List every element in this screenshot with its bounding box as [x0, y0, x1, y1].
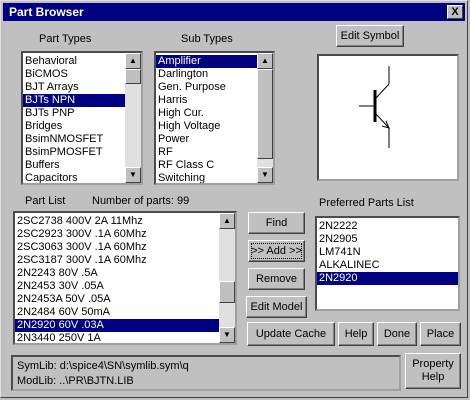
sub-type-item[interactable]: Darlington — [156, 68, 257, 81]
sub-type-item[interactable]: RF Class C — [156, 159, 257, 172]
property-help-line1: Property — [412, 358, 454, 370]
part-type-item[interactable]: BJTs NPN — [23, 94, 125, 107]
scroll-down-arrow-icon[interactable]: ▼ — [125, 167, 141, 183]
scroll-up-arrow-icon[interactable]: ▲ — [257, 53, 273, 69]
sub-type-item[interactable]: Power — [156, 133, 257, 146]
part-list-item[interactable]: 2SC3187 300V .1A 60Mhz — [15, 254, 219, 267]
sub-type-item[interactable]: High Cur. — [156, 107, 257, 120]
part-type-item[interactable]: Bridges — [23, 120, 125, 133]
update-cache-button[interactable]: Update Cache — [247, 322, 335, 346]
scroll-thumb[interactable] — [257, 69, 273, 159]
modlib-path: ModLib: ..\PR\BJTN.LIB — [17, 375, 134, 387]
part-type-item[interactable]: Capacitors — [23, 172, 125, 183]
scroll-thumb[interactable] — [125, 69, 141, 84]
sub-types-scrollbar[interactable]: ▲ ▼ — [257, 53, 273, 183]
part-types-label: Part Types — [39, 33, 92, 45]
part-list-item[interactable]: 2N2920 60V .03A — [15, 319, 219, 332]
help-button[interactable]: Help — [338, 322, 374, 346]
remove-button[interactable]: Remove — [248, 268, 305, 290]
part-type-item[interactable]: BJTs PNP — [23, 107, 125, 120]
part-type-item[interactable]: Buffers — [23, 159, 125, 172]
part-list-item[interactable]: 2N2484 60V 50mA — [15, 306, 219, 319]
part-list-item[interactable]: 2N3440 250V 1A — [15, 332, 219, 343]
part-types-listbox[interactable]: Behavioral BiCMOS BJT Arrays BJTs NPN BJTs P… — [21, 51, 143, 185]
sub-type-item[interactable]: RF — [156, 146, 257, 159]
part-type-item[interactable]: BsimNMOSFET — [23, 133, 125, 146]
scroll-down-arrow-icon[interactable]: ▼ — [219, 327, 235, 343]
part-list-item[interactable]: 2N2243 80V .5A — [15, 267, 219, 280]
add-button[interactable]: >> Add >> — [248, 240, 305, 262]
part-type-item[interactable]: Behavioral — [23, 55, 125, 68]
sub-type-item[interactable]: Gen. Purpose — [156, 81, 257, 94]
sub-types-items: Amplifier Darlington Gen. Purpose Harris Hig… — [156, 55, 257, 183]
part-count: Number of parts: 99 — [92, 195, 190, 207]
preferred-part-item[interactable]: 2N2222 — [317, 220, 458, 233]
sub-types-listbox[interactable]: Amplifier Darlington Gen. Purpose Harris Hig… — [154, 51, 275, 185]
preferred-parts-label: Preferred Parts List — [319, 197, 414, 209]
part-list-items: 2SC2738 400V 2A 11Mhz 2SC2923 300V .1A 60… — [15, 215, 219, 343]
property-help-line2: Help — [421, 371, 445, 383]
symbol-preview — [317, 54, 459, 181]
preferred-items: 2N2222 2N2905 LM741N ALKALINEC 2N2920 — [317, 220, 458, 285]
preferred-part-item[interactable]: LM741N — [317, 246, 458, 259]
scroll-thumb[interactable] — [219, 281, 235, 303]
library-status-panel: SymLib: d:\spice4\SN\symlib.sym\q ModLib… — [11, 355, 401, 391]
part-list-item[interactable]: 2N2453A 50V .05A — [15, 293, 219, 306]
part-list-item[interactable]: 2SC3063 300V .1A 60Mhz — [15, 241, 219, 254]
preferred-part-item[interactable]: ALKALINEC — [317, 259, 458, 272]
sub-type-item[interactable]: Switching — [156, 172, 257, 183]
symlib-path: SymLib: d:\spice4\SN\symlib.sym\q — [17, 360, 189, 372]
part-types-items: Behavioral BiCMOS BJT Arrays BJTs NPN BJTs P… — [23, 55, 125, 183]
title-bar: Part Browser X — [3, 3, 465, 21]
part-type-item[interactable]: BiCMOS — [23, 68, 125, 81]
close-icon[interactable]: X — [447, 5, 463, 19]
part-list-listbox[interactable]: 2SC2738 400V 2A 11Mhz 2SC2923 300V .1A 60… — [13, 211, 237, 345]
find-button[interactable]: Find — [248, 212, 305, 234]
collector-lead — [375, 83, 390, 99]
part-browser-window: Part Browser X Part Types Behavioral BiCM… — [0, 0, 468, 398]
place-button[interactable]: Place — [420, 322, 461, 346]
sub-types-label: Sub Types — [181, 33, 233, 45]
preferred-part-item[interactable]: 2N2920 — [317, 272, 458, 285]
edit-model-button[interactable]: Edit Model — [246, 296, 307, 318]
part-types-scrollbar[interactable]: ▲ ▼ — [125, 53, 141, 183]
npn-transistor-symbol — [359, 66, 390, 148]
sub-type-item[interactable]: High Voltage — [156, 120, 257, 133]
part-type-item[interactable]: BJT Arrays — [23, 81, 125, 94]
done-button[interactable]: Done — [377, 322, 417, 346]
part-list-label: Part List — [25, 195, 66, 207]
part-list-item[interactable]: 2N2453 30V .05A — [15, 280, 219, 293]
edit-symbol-button[interactable]: Edit Symbol — [336, 25, 404, 47]
scroll-up-arrow-icon[interactable]: ▲ — [219, 213, 235, 229]
scroll-up-arrow-icon[interactable]: ▲ — [125, 53, 141, 69]
scroll-down-arrow-icon[interactable]: ▼ — [257, 167, 273, 183]
part-type-item[interactable]: BsimPMOSFET — [23, 146, 125, 159]
property-help-button[interactable]: Property Help — [405, 353, 461, 389]
sub-type-item[interactable]: Amplifier — [156, 55, 257, 68]
preferred-parts-listbox[interactable]: 2N2222 2N2905 LM741N ALKALINEC 2N2920 — [315, 216, 460, 311]
preferred-part-item[interactable]: 2N2905 — [317, 233, 458, 246]
sub-type-item[interactable]: Harris — [156, 94, 257, 107]
window-title: Part Browser — [9, 5, 84, 19]
part-list-scrollbar[interactable]: ▲ ▼ — [219, 213, 235, 343]
part-list-item[interactable]: 2SC2923 300V .1A 60Mhz — [15, 228, 219, 241]
part-list-item[interactable]: 2SC2738 400V 2A 11Mhz — [15, 215, 219, 228]
